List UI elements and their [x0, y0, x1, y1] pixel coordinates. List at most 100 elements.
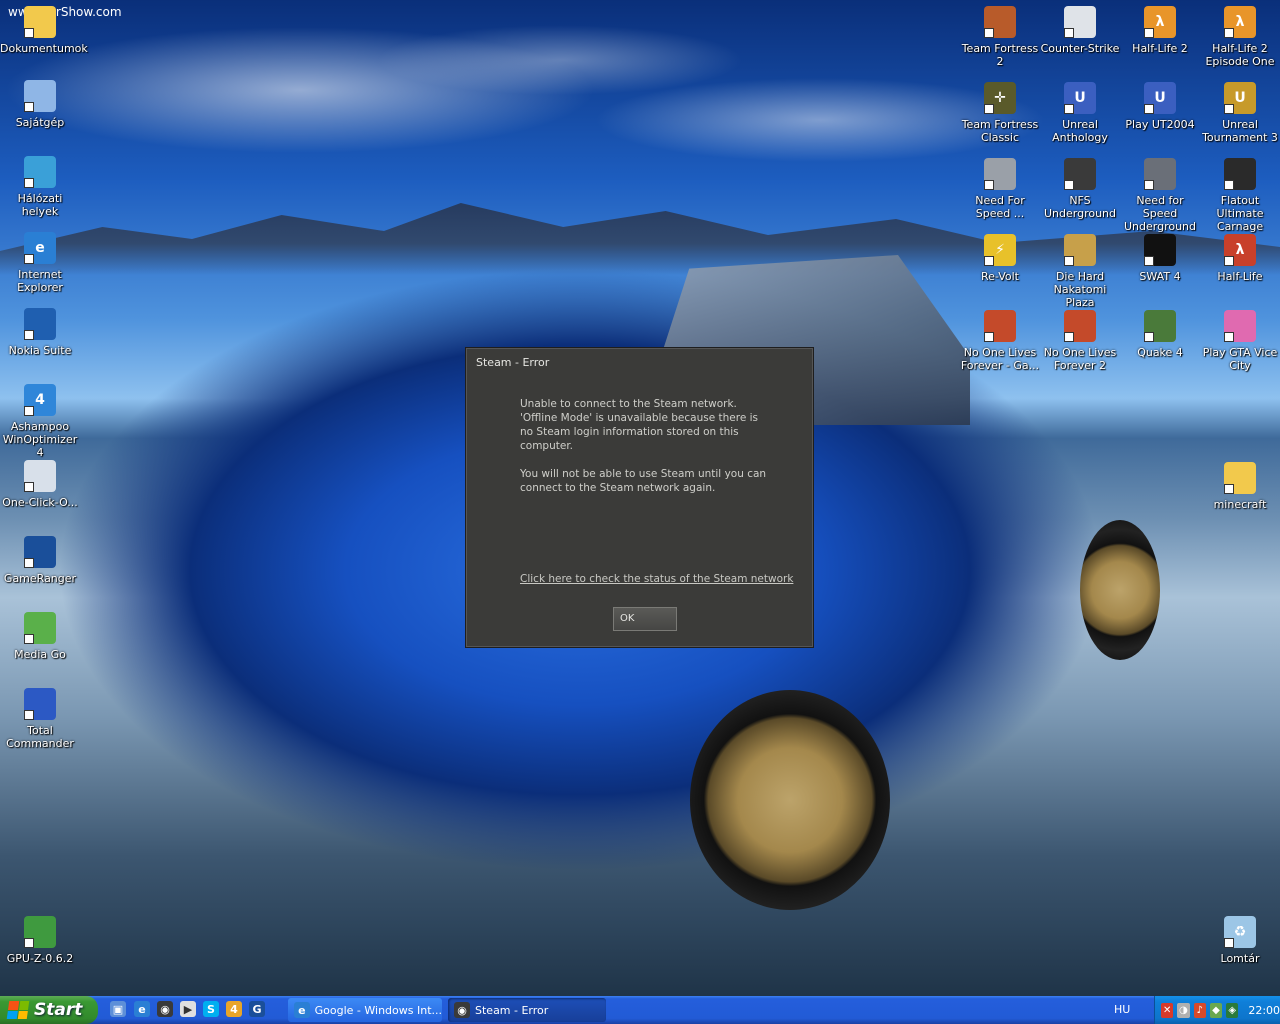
- ashampoo-icon: 4: [24, 384, 56, 416]
- nolf-2-icon: [1064, 310, 1096, 342]
- desktop-icon[interactable]: GPU-Z-0.6.2: [0, 916, 80, 965]
- need-for-speed-icon: [984, 158, 1016, 190]
- clock[interactable]: 22:00: [1248, 1004, 1280, 1017]
- gameranger-icon[interactable]: G: [249, 1001, 265, 1017]
- steam-icon: ◉: [454, 1002, 470, 1018]
- steam-error-dialog[interactable]: Steam - Error Unable to connect to the S…: [465, 347, 814, 648]
- desktop-icon[interactable]: minecraft: [1200, 462, 1280, 511]
- desktop-icon[interactable]: Total Commander: [0, 688, 80, 750]
- desktop-icon-label: Die Hard Nakatomi Plaza: [1053, 270, 1107, 309]
- team-fortress-2-icon: [984, 6, 1016, 38]
- antivirus-icon[interactable]: ✕: [1161, 1002, 1174, 1018]
- shortcut-arrow-icon: [1144, 28, 1154, 38]
- task-steam-error[interactable]: ◉ Steam - Error: [448, 998, 606, 1022]
- desktop-icon-label: Flatout Ultimate Carnage: [1216, 194, 1264, 233]
- dialog-message: Unable to connect to the Steam network. …: [520, 397, 770, 509]
- shortcut-arrow-icon: [1224, 938, 1234, 948]
- desktop-icon-label: Dokumentumok: [0, 42, 88, 55]
- shortcut-arrow-icon: [24, 558, 34, 568]
- network-tray-icon[interactable]: ◆: [1209, 1002, 1223, 1018]
- desktop-icon[interactable]: Sajátgép: [0, 80, 80, 129]
- task-google-ie[interactable]: e Google - Windows Int...: [288, 998, 442, 1022]
- desktop-icon-label: No One Lives Forever - Ga...: [960, 346, 1040, 372]
- shortcut-arrow-icon: [984, 332, 994, 342]
- floppy-disk-icon: [24, 688, 56, 720]
- desktop-icon[interactable]: 4 Ashampoo WinOptimizer 4: [0, 384, 80, 459]
- desktop-icon-label: Quake 4: [1137, 346, 1183, 359]
- shortcut-arrow-icon: [24, 178, 34, 188]
- swat-4-icon: [1144, 234, 1176, 266]
- desktop-icon-label: Internet Explorer: [17, 268, 63, 294]
- nfs-underground-2-icon: [1144, 158, 1176, 190]
- desktop-icon-label: Half-Life: [1217, 270, 1263, 283]
- shortcut-arrow-icon: [1064, 180, 1074, 190]
- desktop-icon[interactable]: e Internet Explorer: [0, 232, 80, 294]
- desktop-icon[interactable]: ⚡ Re-Volt: [960, 234, 1040, 283]
- desktop-icon[interactable]: Dokumentumok: [0, 6, 88, 55]
- desktop-icon[interactable]: λ Half-Life 2 Episode One: [1200, 6, 1280, 68]
- desktop-icon-label: Unreal Anthology: [1052, 118, 1108, 144]
- internet-explorer-icon[interactable]: e: [134, 1001, 150, 1017]
- security-shield-icon[interactable]: ◑: [1177, 1002, 1190, 1018]
- media-player-icon[interactable]: ▶: [180, 1001, 196, 1017]
- desktop-icon[interactable]: No One Lives Forever - Ga...: [960, 310, 1040, 372]
- steam-status-link[interactable]: Click here to check the status of the St…: [520, 573, 793, 585]
- internet-explorer-icon: e: [24, 232, 56, 264]
- desktop-icon[interactable]: U Play UT2004: [1120, 82, 1200, 131]
- desktop-icon[interactable]: Counter-Strike: [1040, 6, 1120, 55]
- shortcut-arrow-icon: [1064, 104, 1074, 114]
- gta-vice-city-icon: [1224, 310, 1256, 342]
- desktop-icon-label: Counter-Strike: [1040, 42, 1120, 55]
- desktop-icon[interactable]: Hálózati helyek: [0, 156, 80, 218]
- desktop-icon-label: NFS Underground: [1043, 194, 1117, 220]
- network-icon: [24, 156, 56, 188]
- desktop-icon[interactable]: U Unreal Tournament 3: [1200, 82, 1280, 144]
- desktop-icon-label: Unreal Tournament 3: [1202, 118, 1278, 144]
- desktop-icon[interactable]: λ Half-Life: [1200, 234, 1280, 283]
- task-label: Google - Windows Int...: [314, 1003, 442, 1017]
- desktop-icon[interactable]: One-Click-O...: [0, 460, 80, 509]
- show-desktop-icon[interactable]: ▣: [110, 1001, 126, 1017]
- desktop-icon[interactable]: Die Hard Nakatomi Plaza: [1040, 234, 1120, 309]
- desktop-icon[interactable]: Flatout Ultimate Carnage: [1200, 158, 1280, 233]
- shortcut-arrow-icon: [984, 256, 994, 266]
- desktop-icon[interactable]: ✛ Team Fortress Classic: [960, 82, 1040, 144]
- desktop-icon-label: Hálózati helyek: [17, 192, 63, 218]
- half-life-icon: λ: [1224, 234, 1256, 266]
- desktop-icon[interactable]: U Unreal Anthology: [1040, 82, 1120, 144]
- shortcut-arrow-icon: [1224, 484, 1234, 494]
- desktop-icon[interactable]: Need for Speed Underground 2: [1120, 158, 1200, 246]
- desktop-icon[interactable]: GameRanger: [0, 536, 80, 585]
- shortcut-arrow-icon: [24, 102, 34, 112]
- skype-icon[interactable]: S: [203, 1001, 219, 1017]
- desktop-icon[interactable]: Nokia Suite: [0, 308, 80, 357]
- desktop-icon[interactable]: No One Lives Forever 2: [1040, 310, 1120, 372]
- task-label: Steam - Error: [475, 1003, 549, 1017]
- desktop-icon[interactable]: Need For Speed ...: [960, 158, 1040, 220]
- updates-icon[interactable]: ◈: [1226, 1002, 1239, 1018]
- desktop-icon-label: GameRanger: [3, 572, 77, 585]
- steam-icon[interactable]: ◉: [157, 1001, 173, 1017]
- desktop-icon-label: Media Go: [14, 648, 66, 661]
- shortcut-arrow-icon: [1224, 256, 1234, 266]
- desktop-icon[interactable]: Play GTA Vice City: [1200, 310, 1280, 372]
- desktop-icon-label: Half-Life 2: [1132, 42, 1188, 55]
- desktop-icon-label: Re-Volt: [980, 270, 1019, 283]
- desktop-icon[interactable]: λ Half-Life 2: [1120, 6, 1200, 55]
- start-button[interactable]: Start: [0, 996, 98, 1024]
- desktop-icon[interactable]: Media Go: [0, 612, 80, 661]
- shortcut-arrow-icon: [24, 634, 34, 644]
- ashampoo-icon[interactable]: 4: [226, 1001, 242, 1017]
- volume-icon[interactable]: ♪: [1193, 1002, 1206, 1018]
- desktop-icon[interactable]: Quake 4: [1120, 310, 1200, 359]
- language-indicator[interactable]: HU: [1114, 1003, 1130, 1016]
- shortcut-arrow-icon: [1224, 28, 1234, 38]
- desktop-icon[interactable]: SWAT 4: [1120, 234, 1200, 283]
- desktop[interactable]: www.CarShow.com Dokumentumok Sajátgép Háló…: [0, 0, 1280, 996]
- desktop-icon[interactable]: ♻ Lomtár: [1200, 916, 1280, 965]
- desktop-icon-label: Lomtár: [1220, 952, 1260, 965]
- ut2004-icon: U: [1144, 82, 1176, 114]
- ok-button[interactable]: OK: [613, 607, 677, 631]
- desktop-icon[interactable]: Team Fortress 2: [960, 6, 1040, 68]
- desktop-icon[interactable]: NFS Underground: [1040, 158, 1120, 220]
